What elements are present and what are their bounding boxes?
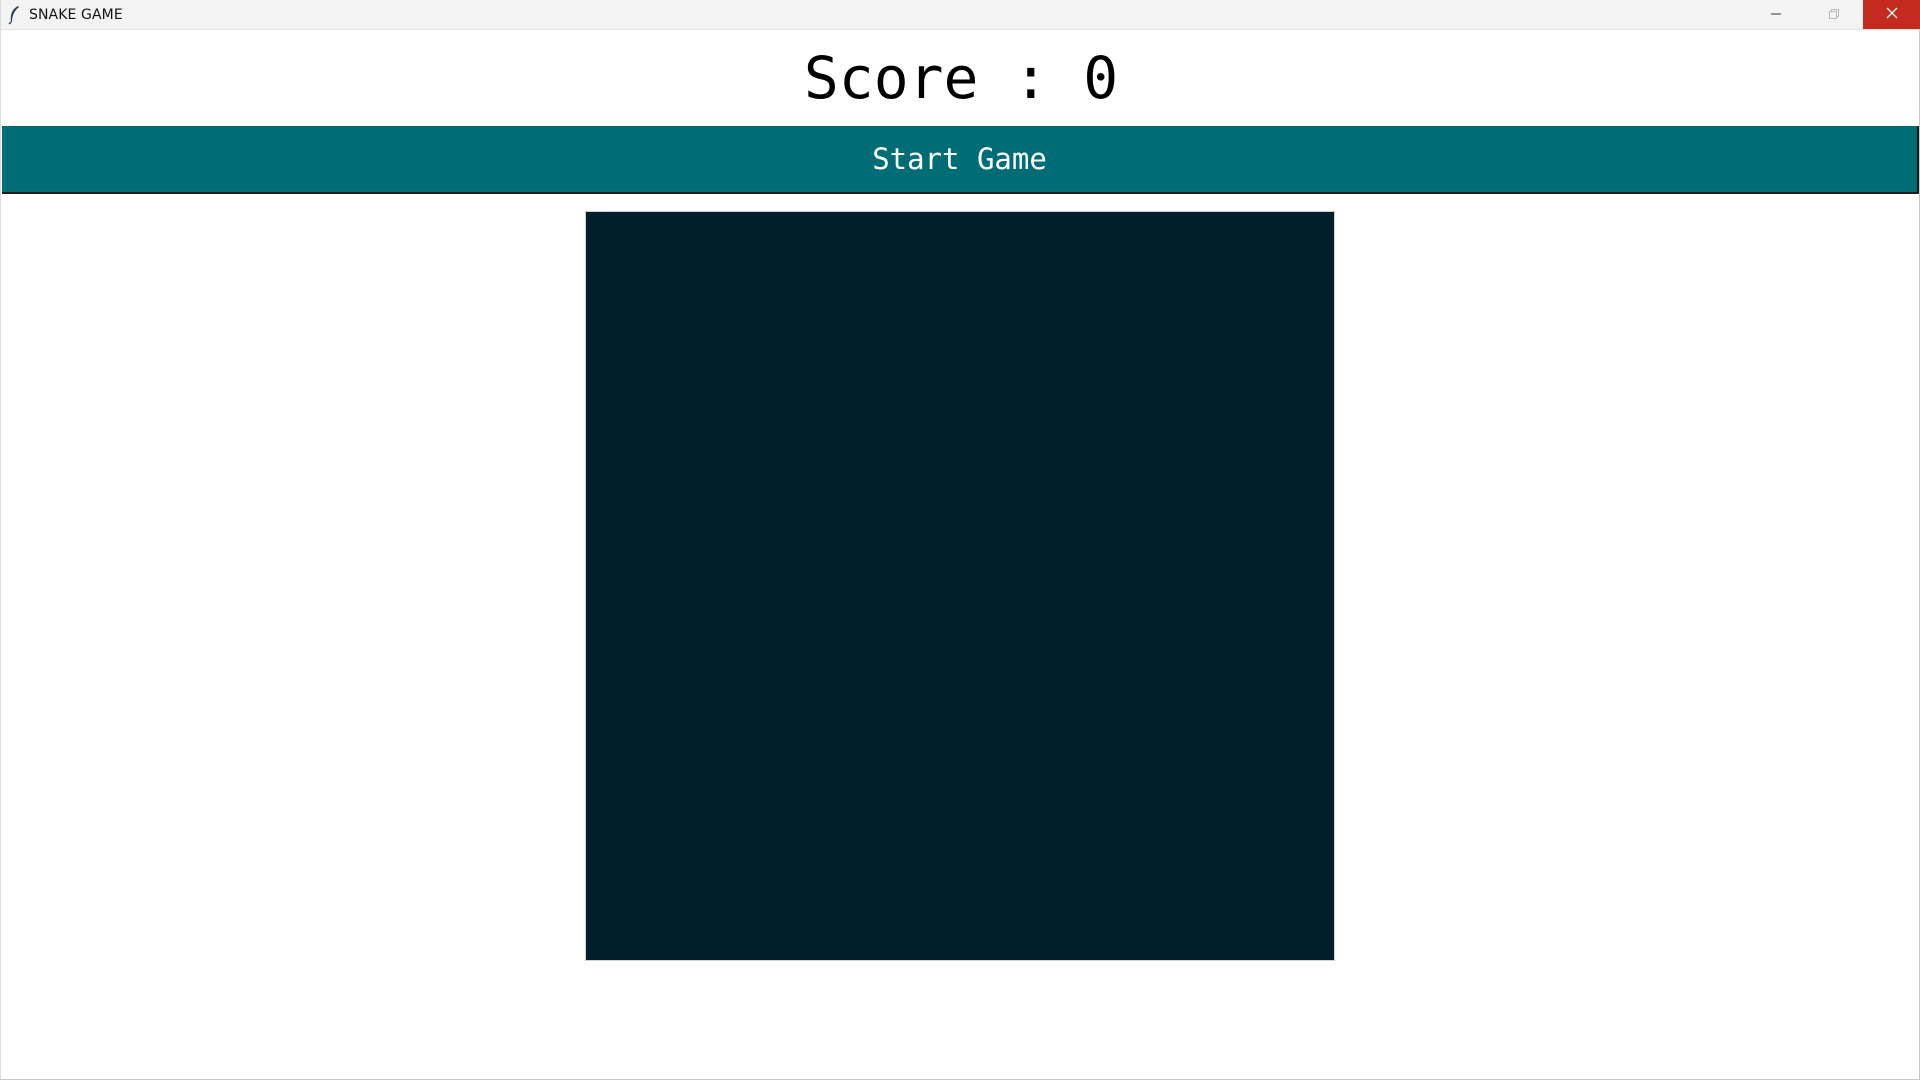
score-area: Score : 0 [1,30,1920,126]
maximize-icon [1828,5,1840,24]
minimize-icon [1770,5,1782,24]
feather-icon [5,4,23,26]
maximize-button[interactable] [1805,0,1863,29]
close-button[interactable] [1863,0,1920,29]
game-board[interactable] [585,211,1335,961]
window-title: SNAKE GAME [29,6,123,23]
start-game-button[interactable]: Start Game [2,126,1919,194]
close-icon [1885,5,1899,24]
title-bar[interactable]: SNAKE GAME [1,0,1920,30]
app-window: SNAKE GAME Score: 0 Start Game [0,0,1920,1080]
minimize-button[interactable] [1747,0,1805,29]
score-label: Score : 0 [803,44,1119,112]
window-controls [1747,0,1920,29]
